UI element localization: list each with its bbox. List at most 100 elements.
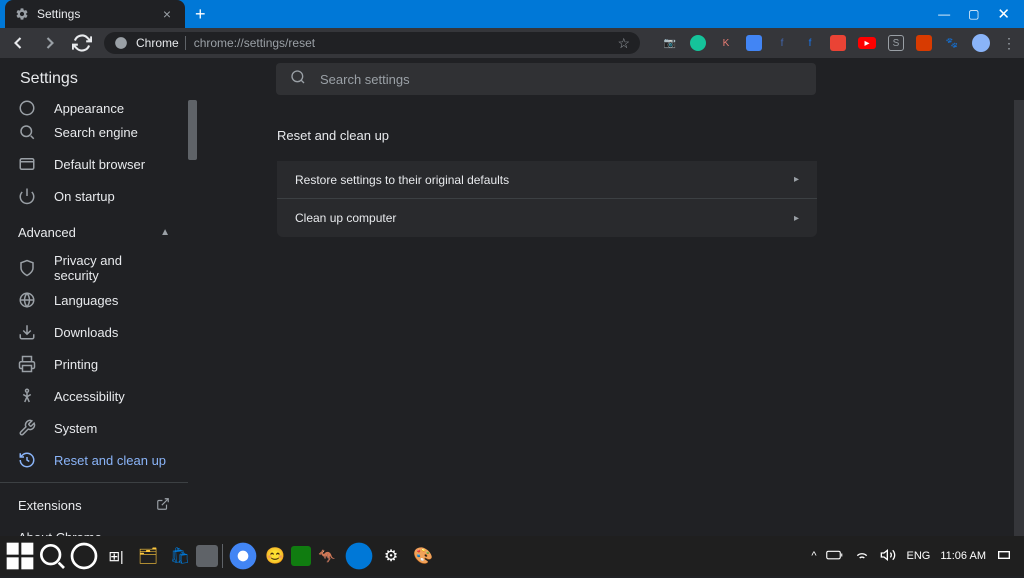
- sidebar-item-label: Accessibility: [54, 389, 125, 404]
- ext-camera-icon[interactable]: 📷: [662, 35, 678, 51]
- search-input[interactable]: [320, 72, 802, 87]
- sidebar-item-languages[interactable]: Languages: [0, 284, 188, 316]
- battery-icon[interactable]: [826, 549, 844, 564]
- page-title: Settings: [20, 70, 276, 88]
- appearance-icon: [18, 100, 36, 116]
- app2-icon[interactable]: 😊: [259, 540, 291, 572]
- search-icon: [290, 69, 306, 90]
- clock[interactable]: 11:06 AM: [940, 550, 986, 562]
- browser-tab[interactable]: Settings ×: [5, 0, 185, 28]
- search-button[interactable]: [36, 540, 68, 572]
- ext-yt-icon[interactable]: ▸: [858, 37, 876, 49]
- volume-icon[interactable]: [880, 547, 896, 566]
- profile-avatar[interactable]: [972, 34, 990, 52]
- wrench-icon: [18, 419, 36, 437]
- app3-icon[interactable]: [291, 546, 311, 566]
- window-controls: — ▢ ✕: [938, 5, 1024, 23]
- download-icon: [18, 323, 36, 341]
- ext-s-icon[interactable]: S: [888, 35, 904, 51]
- restore-icon: [18, 451, 36, 469]
- sidebar-item-accessibility[interactable]: Accessibility: [0, 380, 188, 412]
- ext-f-icon[interactable]: f: [774, 35, 790, 51]
- minimize-button[interactable]: —: [938, 7, 950, 21]
- gear-icon: [15, 7, 29, 21]
- ext-paw-icon[interactable]: 🐾: [944, 35, 960, 51]
- power-icon: [18, 187, 36, 205]
- settings-header: Settings: [0, 58, 1024, 100]
- option-restore-defaults[interactable]: Restore settings to their original defau…: [277, 161, 817, 199]
- sidebar-item-extensions[interactable]: Extensions: [0, 489, 188, 521]
- sidebar-item-label: Default browser: [54, 157, 145, 172]
- sidebar-item-label: Privacy and security: [54, 253, 170, 283]
- sidebar-item-downloads[interactable]: Downloads: [0, 316, 188, 348]
- bookmark-icon[interactable]: ☆: [617, 35, 630, 52]
- ext-shield-icon[interactable]: [746, 35, 762, 51]
- addr-url: chrome://settings/reset: [194, 36, 610, 50]
- sidebar-item-label: System: [54, 421, 97, 436]
- new-tab-button[interactable]: +: [185, 4, 216, 25]
- tab-title: Settings: [37, 7, 159, 21]
- divider: [0, 482, 188, 483]
- close-icon[interactable]: ×: [159, 6, 175, 22]
- back-button[interactable]: [8, 33, 28, 53]
- extension-icons: 📷 K f f ▸ S 🐾 ⋮: [662, 34, 1016, 52]
- settings-icon[interactable]: ⚙: [375, 540, 407, 572]
- sidebar-item-label: Reset and clean up: [54, 453, 166, 468]
- sidebar-section-advanced[interactable]: Advanced ▲: [0, 212, 188, 252]
- start-button[interactable]: [4, 540, 36, 572]
- sidebar-item-reset[interactable]: Reset and clean up: [0, 444, 188, 476]
- ext-grammarly-icon[interactable]: [690, 35, 706, 51]
- option-label: Restore settings to their original defau…: [295, 173, 509, 187]
- sidebar-item-label: On startup: [54, 189, 115, 204]
- sidebar-item-appearance[interactable]: Appearance: [0, 100, 188, 116]
- chrome-icon[interactable]: [227, 540, 259, 572]
- cortana-button[interactable]: [68, 540, 100, 572]
- app-icon[interactable]: [196, 545, 218, 567]
- language-indicator[interactable]: ENG: [906, 550, 930, 562]
- search-icon: [18, 123, 36, 141]
- taskview-button[interactable]: ⊞|: [100, 540, 132, 572]
- sidebar-item-label: Printing: [54, 357, 98, 372]
- option-cleanup-computer[interactable]: Clean up computer ▸: [277, 199, 817, 237]
- scrollbar[interactable]: [188, 100, 197, 160]
- sidebar-item-label: Downloads: [54, 325, 118, 340]
- browser-icon: [18, 155, 36, 173]
- section-title: Reset and clean up: [277, 128, 817, 143]
- notifications-icon[interactable]: [996, 547, 1012, 566]
- sidebar-item-printing[interactable]: Printing: [0, 348, 188, 380]
- explorer-icon[interactable]: 🗂: [132, 540, 164, 572]
- extensions-label: Extensions: [18, 498, 82, 513]
- address-bar[interactable]: Chrome chrome://settings/reset ☆: [104, 32, 640, 54]
- reload-button[interactable]: [72, 33, 92, 53]
- browser-toolbar: Chrome chrome://settings/reset ☆ 📷 K f f…: [0, 28, 1024, 58]
- sidebar-item-default-browser[interactable]: Default browser: [0, 148, 188, 180]
- wifi-icon[interactable]: [854, 547, 870, 566]
- addr-label: Chrome: [136, 36, 186, 50]
- ext-office-icon[interactable]: [916, 35, 932, 51]
- app5-icon[interactable]: 🎨: [407, 540, 439, 572]
- app4-icon[interactable]: 🦘: [311, 540, 343, 572]
- menu-icon[interactable]: ⋮: [1002, 35, 1016, 52]
- sidebar-item-label: Search engine: [54, 125, 138, 140]
- sidebar-item-system[interactable]: System: [0, 412, 188, 444]
- printer-icon: [18, 355, 36, 373]
- ext-pdf-icon[interactable]: [830, 35, 846, 51]
- window-titlebar: Settings × + — ▢ ✕: [0, 0, 1024, 28]
- main-scrollbar[interactable]: [1014, 58, 1024, 536]
- store-icon[interactable]: 🛍: [164, 540, 196, 572]
- sidebar-item-search-engine[interactable]: Search engine: [0, 116, 188, 148]
- maximize-button[interactable]: ▢: [968, 7, 979, 21]
- ext-f2-icon[interactable]: f: [802, 35, 818, 51]
- sidebar-item-privacy[interactable]: Privacy and security: [0, 252, 188, 284]
- close-window-button[interactable]: ✕: [997, 5, 1010, 23]
- sidebar-item-label: Appearance: [54, 101, 124, 116]
- forward-button[interactable]: [40, 33, 60, 53]
- divider: [222, 544, 223, 568]
- sidebar: Appearance Search engine Default browser…: [0, 100, 197, 578]
- tray-chevron-icon[interactable]: ^: [811, 550, 816, 562]
- ext-k-icon[interactable]: K: [718, 35, 734, 51]
- shield-icon: [18, 259, 36, 277]
- edge-icon[interactable]: [343, 540, 375, 572]
- sidebar-item-on-startup[interactable]: On startup: [0, 180, 188, 212]
- search-box[interactable]: [276, 63, 816, 95]
